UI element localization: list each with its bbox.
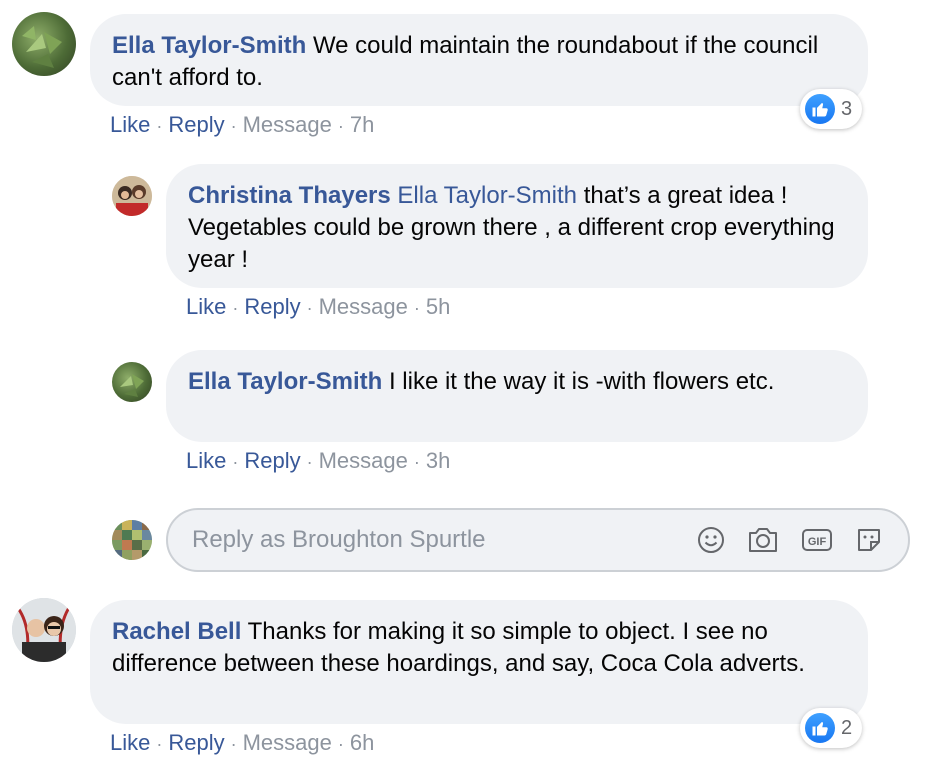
reaction-count[interactable]: 3: [800, 89, 863, 129]
reaction-count[interactable]: 2: [800, 708, 863, 748]
avatar-rachel-bell[interactable]: [12, 598, 76, 662]
message-button[interactable]: Message: [243, 112, 332, 137]
like-button[interactable]: Like: [186, 294, 226, 319]
person-avatar-icon: [12, 598, 76, 662]
separator-dot: ·: [156, 116, 163, 136]
reply-button[interactable]: Reply: [244, 448, 300, 473]
comment-author[interactable]: Christina Thayers: [188, 182, 391, 209]
comment-bubble: Ella Taylor-Smith We could maintain the …: [90, 14, 868, 106]
reaction-count-value: 2: [841, 716, 853, 739]
camera-icon[interactable]: [746, 525, 780, 555]
comment-bubble: Christina Thayers Ella Taylor-Smith that…: [166, 164, 868, 288]
reaction-count-value: 3: [841, 97, 853, 120]
timestamp[interactable]: 6h: [350, 730, 374, 755]
separator-dot: ·: [337, 734, 344, 754]
message-button[interactable]: Message: [319, 294, 408, 319]
separator-dot: ·: [232, 298, 239, 318]
emoji-icon[interactable]: [696, 525, 726, 555]
timestamp[interactable]: 7h: [350, 112, 374, 137]
svg-text:GIF: GIF: [808, 536, 827, 548]
like-button[interactable]: Like: [186, 448, 226, 473]
message-button[interactable]: Message: [319, 448, 408, 473]
message-button[interactable]: Message: [243, 730, 332, 755]
leaf-avatar-icon: [22, 26, 62, 68]
comment-author[interactable]: Ella Taylor-Smith: [188, 368, 382, 395]
comment-text: I like it the way it is -with flowers et…: [388, 368, 775, 395]
separator-dot: ·: [306, 452, 313, 472]
comment-actions: Like · Reply · Message · 6h: [110, 730, 374, 756]
timestamp[interactable]: 3h: [426, 448, 450, 473]
mention-link[interactable]: Ella Taylor-Smith: [397, 182, 577, 209]
comment-author[interactable]: Rachel Bell: [112, 618, 241, 645]
comment-bubble: Rachel Bell Thanks for making it so simp…: [90, 600, 868, 724]
separator-dot: ·: [337, 116, 344, 136]
avatar-current-user: [112, 520, 152, 560]
reply-input[interactable]: [190, 525, 664, 555]
like-reaction-icon: [805, 713, 835, 743]
reply-button[interactable]: Reply: [168, 730, 224, 755]
mosaic-avatar-icon: [112, 520, 152, 560]
timestamp[interactable]: 5h: [426, 294, 450, 319]
comment-bubble: Ella Taylor-Smith I like it the way it i…: [166, 350, 868, 442]
separator-dot: ·: [230, 116, 237, 136]
reply-button[interactable]: Reply: [168, 112, 224, 137]
like-reaction-icon: [805, 94, 835, 124]
composer-toolbar: GIF: [696, 525, 884, 555]
separator-dot: ·: [306, 298, 313, 318]
gif-icon[interactable]: GIF: [800, 525, 834, 555]
like-button[interactable]: Like: [110, 112, 150, 137]
comment-actions: Like · Reply · Message · 3h: [186, 448, 450, 474]
avatar-ella-taylor-smith[interactable]: [112, 362, 152, 402]
reply-button[interactable]: Reply: [244, 294, 300, 319]
comment-actions: Like · Reply · Message · 5h: [186, 294, 450, 320]
separator-dot: ·: [413, 452, 420, 472]
separator-dot: ·: [413, 298, 420, 318]
sticker-icon[interactable]: [854, 525, 884, 555]
leaf-avatar-icon: [120, 374, 144, 397]
reply-composer: GIF: [166, 508, 910, 572]
comment-author[interactable]: Ella Taylor-Smith: [112, 32, 306, 59]
like-button[interactable]: Like: [110, 730, 150, 755]
comment-actions: Like · Reply · Message · 7h: [110, 112, 374, 138]
person-avatar-icon: [112, 176, 152, 216]
avatar-ella-taylor-smith[interactable]: [12, 12, 76, 76]
separator-dot: ·: [230, 734, 237, 754]
separator-dot: ·: [232, 452, 239, 472]
separator-dot: ·: [156, 734, 163, 754]
avatar-christina-thayers[interactable]: [112, 176, 152, 216]
